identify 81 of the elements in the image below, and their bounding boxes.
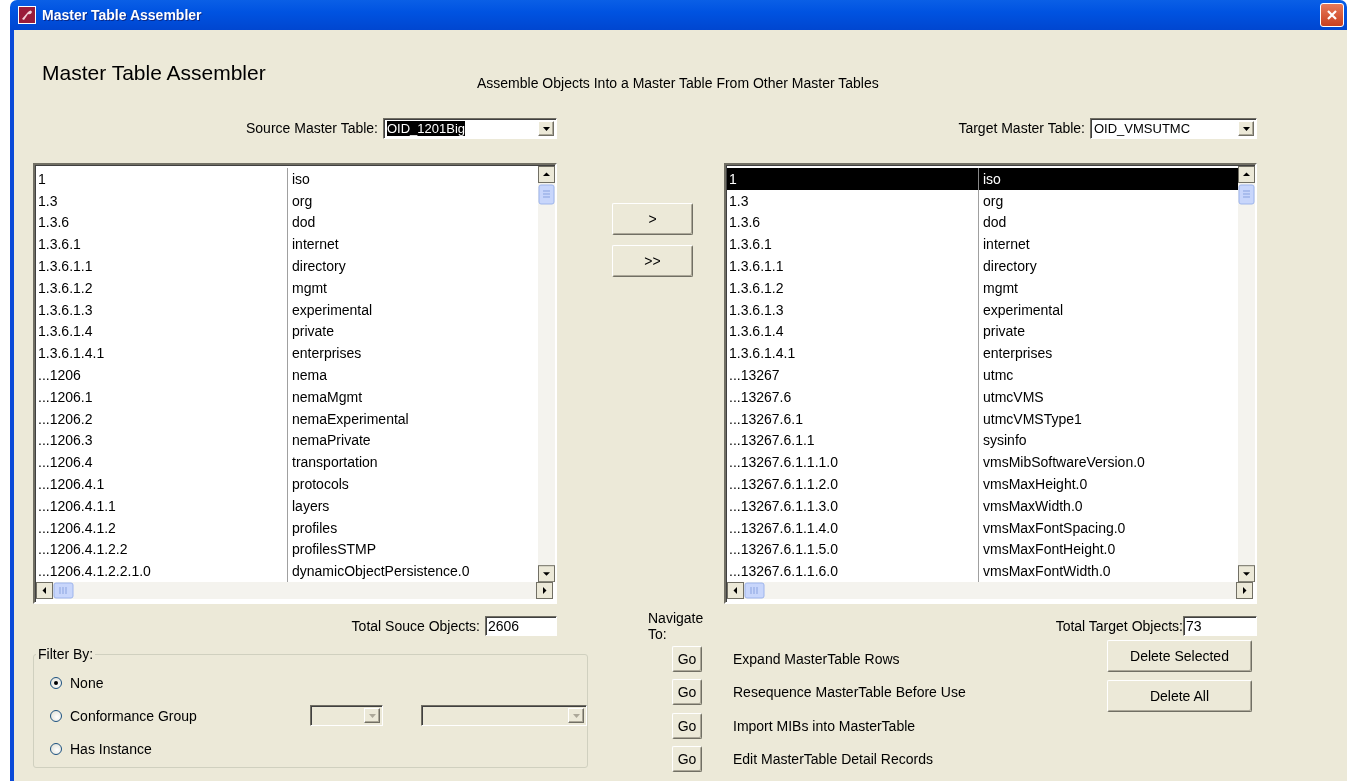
radio-button[interactable]	[50, 742, 62, 755]
transfer-button[interactable]: >	[612, 203, 693, 235]
close-button[interactable]	[1320, 3, 1344, 27]
radio-button[interactable]	[50, 709, 62, 722]
oid-cell-text: ...1206.4	[37, 454, 94, 471]
total-label: Total Souce Objects:	[351, 618, 480, 635]
oid-cell-text: ...13267.6.1.1.1.0	[728, 454, 839, 471]
oid-cell-text: ...13267.6	[728, 388, 793, 405]
caret-icon	[542, 126, 550, 131]
oid-cell-text: ...13267.6.1.1.6.0	[728, 563, 839, 580]
oid-cell-text: 1.3.6.1	[728, 236, 773, 253]
horizontal-scrollbar[interactable]	[36, 582, 553, 600]
app-icon	[18, 6, 36, 24]
form-subtitle: Assemble Objects Into a Master Table From Other Master Tables	[477, 75, 879, 91]
total-field: 73	[1183, 616, 1257, 637]
total-label: Total Target Objects:	[1055, 618, 1183, 635]
go-button[interactable]: Go	[672, 679, 702, 706]
oid-cell-text: ...1206.1	[37, 388, 94, 405]
oid-cell-text: ...13267.6.1.1.4.0	[728, 519, 839, 536]
horizontal-scrollbar[interactable]	[727, 582, 1253, 600]
go-button[interactable]: Go	[672, 645, 702, 672]
transfer-button[interactable]: >>	[612, 245, 693, 277]
delete-button[interactable]: Delete Selected	[1107, 640, 1252, 673]
oid-cell-text: 1.3.6.1.2	[728, 279, 785, 296]
oid-cell-text: ...1206.4.1.1	[37, 497, 117, 514]
list-row[interactable]: 1 iso	[727, 168, 1238, 190]
oid-cell-text: ...13267.6.1.1.2.0	[728, 476, 839, 493]
delete-button[interactable]: Delete All	[1107, 680, 1252, 713]
action-label: Import MIBs into MasterTable	[733, 717, 916, 734]
action-label: Expand MasterTable Rows	[733, 650, 900, 667]
dropdown[interactable]: OID_1201Big	[383, 118, 557, 139]
navigate-label: Navigate To:	[648, 610, 705, 643]
oid-cell-text: 1.3.6.1.4.1	[37, 345, 106, 362]
oid-cell-text: 1.3.6.1.4.1	[728, 345, 797, 362]
window-title: Master Table Assembler	[42, 7, 203, 23]
radio-label: None	[70, 674, 104, 691]
oid-cell-text: ...13267.6.1.1.3.0	[728, 497, 839, 514]
oid-cell-text: 1.3.6.1.1	[37, 258, 94, 275]
oid-cell-text: ...1206.4.1.2.2.1.0	[37, 563, 152, 580]
caret-icon	[1242, 126, 1250, 131]
action-label: Edit MasterTable Detail Records	[733, 751, 933, 768]
oid-cell-text: 1.3.6.1.3	[728, 301, 785, 318]
field-label: Target Master Table:	[958, 120, 1085, 136]
oid-cell-text: 1.3.6.1	[37, 236, 82, 253]
oid-cell-text: ...1206	[37, 367, 82, 384]
oid-cell-text: 1	[37, 170, 47, 187]
vertical-scrollbar[interactable]	[538, 166, 555, 583]
oid-cell-text: 1.3.6.1.2	[37, 279, 94, 296]
close-icon	[1326, 9, 1338, 21]
oid-cell-text: 1.3.6	[37, 214, 71, 231]
oid-cell-text: ...13267.6.1.1.5.0	[728, 541, 839, 558]
radio-label: Has Instance	[70, 740, 152, 757]
oid-cell-text: 1.3.6.1.4	[728, 323, 785, 340]
oid-cell-text: 1.3.6.1.1	[728, 258, 785, 275]
oid-cell-text: 1.3	[728, 192, 750, 209]
vertical-scrollbar[interactable]	[1238, 166, 1255, 583]
oid-cell-text: 1	[728, 170, 738, 187]
oid-cell-text: 1.3.6	[728, 214, 762, 231]
caret-icon	[368, 713, 376, 718]
oid-cell-text: 1.3.6.1.3	[37, 301, 94, 318]
dropdown[interactable]: OID_VMSUTMC	[1090, 118, 1257, 139]
oid-cell-text: ...13267.6.1.1	[728, 432, 816, 449]
oid-cell-text: ...1206.4.1.2	[37, 519, 117, 536]
oid-cell-text: ...1206.4.1	[37, 476, 106, 493]
action-label: Resequence MasterTable Before Use	[733, 684, 966, 701]
radio-button[interactable]	[50, 676, 62, 689]
oid-cell-text: ...1206.2	[37, 410, 94, 427]
radio-label: Conformance Group	[70, 707, 198, 724]
oid-cell-text: ...1206.3	[37, 432, 94, 449]
oid-cell-text: ...1206.4.1.2.2	[37, 541, 129, 558]
oid-cell-text: 1.3.6.1.4	[37, 323, 94, 340]
oid-cell-text: ...13267.6.1	[728, 410, 804, 427]
field-label: Source Master Table:	[245, 120, 378, 136]
caret-icon	[572, 713, 580, 718]
go-button[interactable]: Go	[672, 746, 702, 773]
form-title: Master Table Assembler	[42, 61, 267, 85]
oid-cell-text: 1.3	[37, 192, 59, 209]
group-label: Filter By:	[37, 646, 95, 663]
go-button[interactable]: Go	[672, 712, 702, 739]
oid-cell-text: ...13267	[728, 367, 781, 384]
total-field: 2606	[485, 616, 557, 637]
